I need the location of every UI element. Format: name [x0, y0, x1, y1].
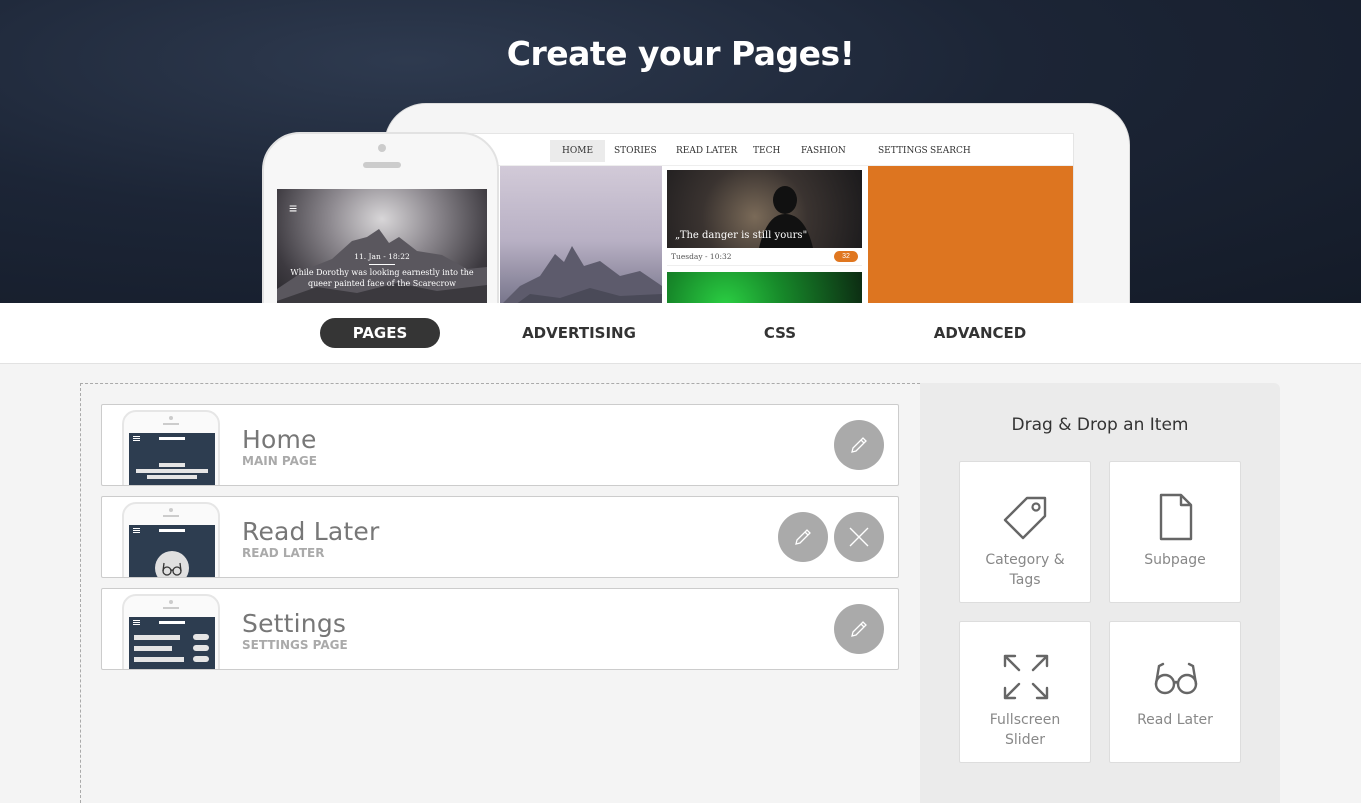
page-thumbnail	[122, 594, 220, 669]
drag-item-read-later[interactable]: Read Later	[1109, 621, 1241, 763]
page-subtitle: READ LATER	[242, 546, 325, 560]
page-card-read-later[interactable]: Read Later READ LATER	[101, 496, 899, 578]
tab-advertising[interactable]: ADVERTISING	[519, 318, 639, 348]
edit-button[interactable]	[834, 604, 884, 654]
page-thumbnail	[122, 410, 220, 485]
hero-banner: Create your Pages! HOME STORIES READ LAT…	[0, 0, 1361, 303]
phone-caption: While Dorothy was looking earnestly into…	[290, 268, 474, 288]
edit-button[interactable]	[834, 420, 884, 470]
tab-pages[interactable]: PAGES	[320, 318, 440, 348]
page-card-home[interactable]: Home MAIN PAGE	[101, 404, 899, 486]
phone-mockup: ≡ 11. Jan - 18:22 While Dorothy was look…	[262, 132, 499, 303]
drag-item-category-tags[interactable]: Category & Tags	[959, 461, 1091, 603]
page-subtitle: MAIN PAGE	[242, 454, 317, 468]
story-meta: Tuesday - 10:32 32	[667, 248, 862, 266]
glasses-icon	[155, 551, 189, 577]
page-thumbnail	[122, 502, 220, 577]
drag-item-label: Fullscreen Slider	[989, 712, 1061, 748]
page-title: Home	[242, 425, 317, 454]
tablet-nav: HOME STORIES READ LATER TECH FASHION SET…	[452, 134, 1073, 166]
tab-css[interactable]: CSS	[720, 318, 840, 348]
drag-item-label: Subpage	[1144, 552, 1206, 568]
tablet-nav-item: TECH	[753, 146, 781, 156]
story-badge: 32	[834, 251, 858, 262]
tablet-nav-item: STORIES	[614, 146, 657, 156]
drag-item-label: Read Later	[1137, 712, 1213, 728]
document-icon	[1159, 493, 1193, 541]
mountain-image	[500, 166, 662, 303]
page-title: Settings	[242, 609, 347, 638]
expand-icon	[1003, 654, 1049, 700]
phone-camera	[378, 144, 386, 152]
tablet-nav-item: SEARCH	[930, 146, 971, 156]
tab-advanced[interactable]: ADVANCED	[920, 318, 1040, 348]
story-image: „The danger is still yours"	[667, 170, 862, 248]
pencil-icon	[851, 437, 867, 453]
hero-title: Create your Pages!	[506, 34, 855, 73]
edit-button[interactable]	[778, 512, 828, 562]
hamburger-icon: ≡	[289, 200, 298, 216]
story-date: Tuesday - 10:32	[671, 252, 732, 261]
leaf-image	[667, 272, 862, 303]
tablet-nav-item: READ LATER	[676, 146, 738, 156]
pencil-icon	[795, 529, 811, 545]
tab-bar: PAGES ADVERTISING CSS ADVANCED	[0, 303, 1361, 364]
slider-dots	[371, 293, 392, 303]
phone-date: 11. Jan - 18:22	[354, 252, 410, 261]
drag-panel-title: Drag & Drop an Item	[1011, 415, 1189, 435]
tablet-screen: HOME STORIES READ LATER TECH FASHION SET…	[451, 133, 1074, 303]
divider	[369, 264, 395, 265]
phone-screen: ≡ 11. Jan - 18:22 While Dorothy was look…	[277, 189, 487, 303]
tablet-nav-item: FASHION	[801, 146, 846, 156]
glasses-icon	[1154, 662, 1198, 695]
drag-item-label: Category & Tags	[985, 552, 1065, 588]
orange-block	[868, 166, 1073, 303]
phone-speaker	[363, 162, 401, 168]
drag-item-fullscreen-slider[interactable]: Fullscreen Slider	[959, 621, 1091, 763]
drag-drop-panel: Drag & Drop an Item Category & Tags Subp…	[920, 383, 1280, 803]
close-icon	[849, 527, 869, 547]
pencil-icon	[851, 621, 867, 637]
page-subtitle: SETTINGS PAGE	[242, 638, 348, 652]
tablet-nav-item: HOME	[550, 140, 606, 162]
tag-icon	[1003, 496, 1047, 540]
page-title: Read Later	[242, 517, 380, 546]
page-card-settings[interactable]: Settings SETTINGS PAGE	[101, 588, 899, 670]
delete-button[interactable]	[834, 512, 884, 562]
story-quote: „The danger is still yours"	[675, 230, 808, 241]
drag-item-subpage[interactable]: Subpage	[1109, 461, 1241, 603]
